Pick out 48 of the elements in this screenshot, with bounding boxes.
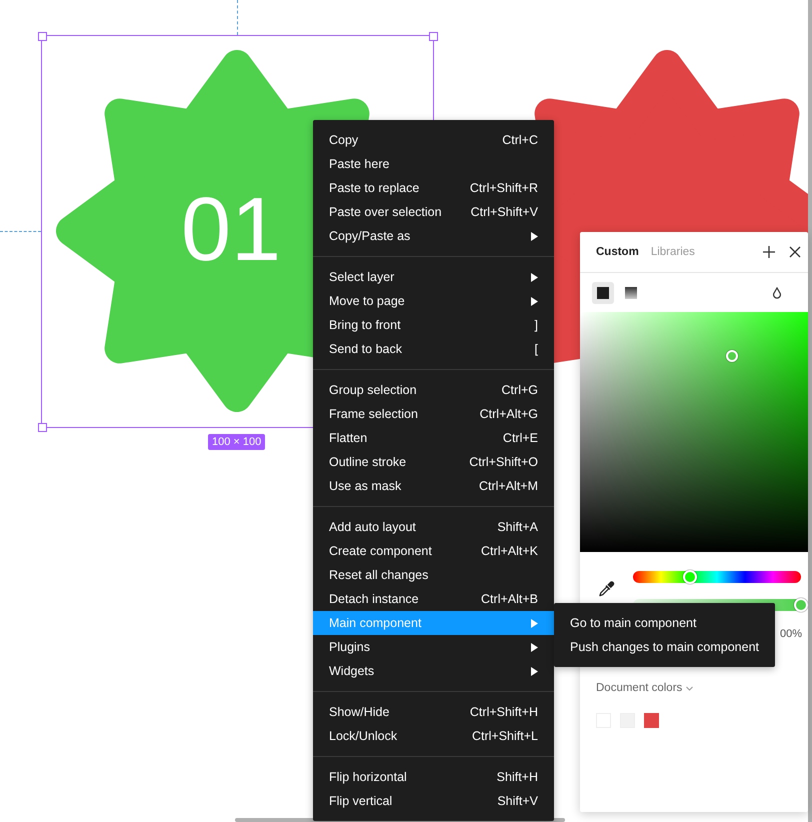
- shortcut-label: Ctrl+Shift+L: [472, 729, 538, 743]
- shortcut-label: Ctrl+Shift+V: [470, 205, 538, 219]
- shortcut-label: Ctrl+Shift+R: [470, 181, 538, 195]
- shortcut-label: Ctrl+Alt+K: [481, 544, 538, 558]
- menu-item[interactable]: Paste to replace Ctrl+Shift+R: [313, 176, 554, 200]
- menu-item[interactable]: Bring to front ]: [313, 313, 554, 337]
- opacity-value: 00%: [780, 628, 802, 640]
- menu-item[interactable]: Widgets: [313, 659, 554, 683]
- shortcut-label: Ctrl+C: [502, 133, 538, 147]
- menu-item[interactable]: Push changes to main component: [554, 635, 776, 659]
- menu-item[interactable]: Detach instance Ctrl+Alt+B: [313, 587, 554, 611]
- document-colors-label[interactable]: Document colors: [596, 682, 694, 694]
- menu-item[interactable]: Frame selection Ctrl+Alt+G: [313, 402, 554, 426]
- menu-item[interactable]: Use as mask Ctrl+Alt+M: [313, 474, 554, 498]
- menu-item[interactable]: Copy/Paste as: [313, 224, 554, 248]
- shape-label: 01: [181, 179, 282, 282]
- menu-item[interactable]: Lock/Unlock Ctrl+Shift+L: [313, 724, 554, 748]
- shortcut-label: ]: [534, 318, 538, 332]
- shortcut-label: Ctrl+Shift+H: [470, 705, 538, 719]
- menu-item[interactable]: Select layer: [313, 265, 554, 289]
- menu-item[interactable]: Reset all changes: [313, 563, 554, 587]
- menu-item[interactable]: Add auto layout Shift+A: [313, 515, 554, 539]
- shortcut-label: Shift+V: [497, 794, 538, 808]
- menu-item[interactable]: Move to page: [313, 289, 554, 313]
- menu-item[interactable]: Flip horizontal Shift+H: [313, 765, 554, 789]
- menu-item[interactable]: Show/Hide Ctrl+Shift+H: [313, 700, 554, 724]
- menu-item[interactable]: Flip vertical Shift+V: [313, 789, 554, 813]
- shortcut-label: Ctrl+G: [502, 383, 538, 397]
- shortcut-label: Ctrl+Shift+O: [469, 455, 538, 469]
- menu-item[interactable]: Flatten Ctrl+E: [313, 426, 554, 450]
- menu-item[interactable]: Plugins: [313, 635, 554, 659]
- menu-item[interactable]: Send to back [: [313, 337, 554, 361]
- menu-item[interactable]: Copy Ctrl+C: [313, 128, 554, 152]
- menu-item[interactable]: Go to main component: [554, 611, 776, 635]
- size-label: 100 × 100: [208, 434, 266, 450]
- menu-item[interactable]: Create component Ctrl+Alt+K: [313, 539, 554, 563]
- shortcut-label: [: [534, 342, 538, 356]
- menu-item[interactable]: Paste over selection Ctrl+Shift+V: [313, 200, 554, 224]
- menu-item[interactable]: Group selection Ctrl+G: [313, 378, 554, 402]
- shortcut-label: Shift+H: [496, 770, 538, 784]
- shortcut-label: Shift+A: [497, 520, 538, 534]
- panel-tab[interactable]: Custom: [596, 246, 639, 258]
- shortcut-label: Ctrl+E: [502, 431, 538, 445]
- shortcut-label: Ctrl+Alt+M: [478, 479, 538, 493]
- menu-item[interactable]: Outline stroke Ctrl+Shift+O: [313, 450, 554, 474]
- shortcut-label: Ctrl+Alt+B: [481, 592, 538, 606]
- shortcut-label: Ctrl+Alt+G: [480, 407, 538, 421]
- menu-item[interactable]: Paste here: [313, 152, 554, 176]
